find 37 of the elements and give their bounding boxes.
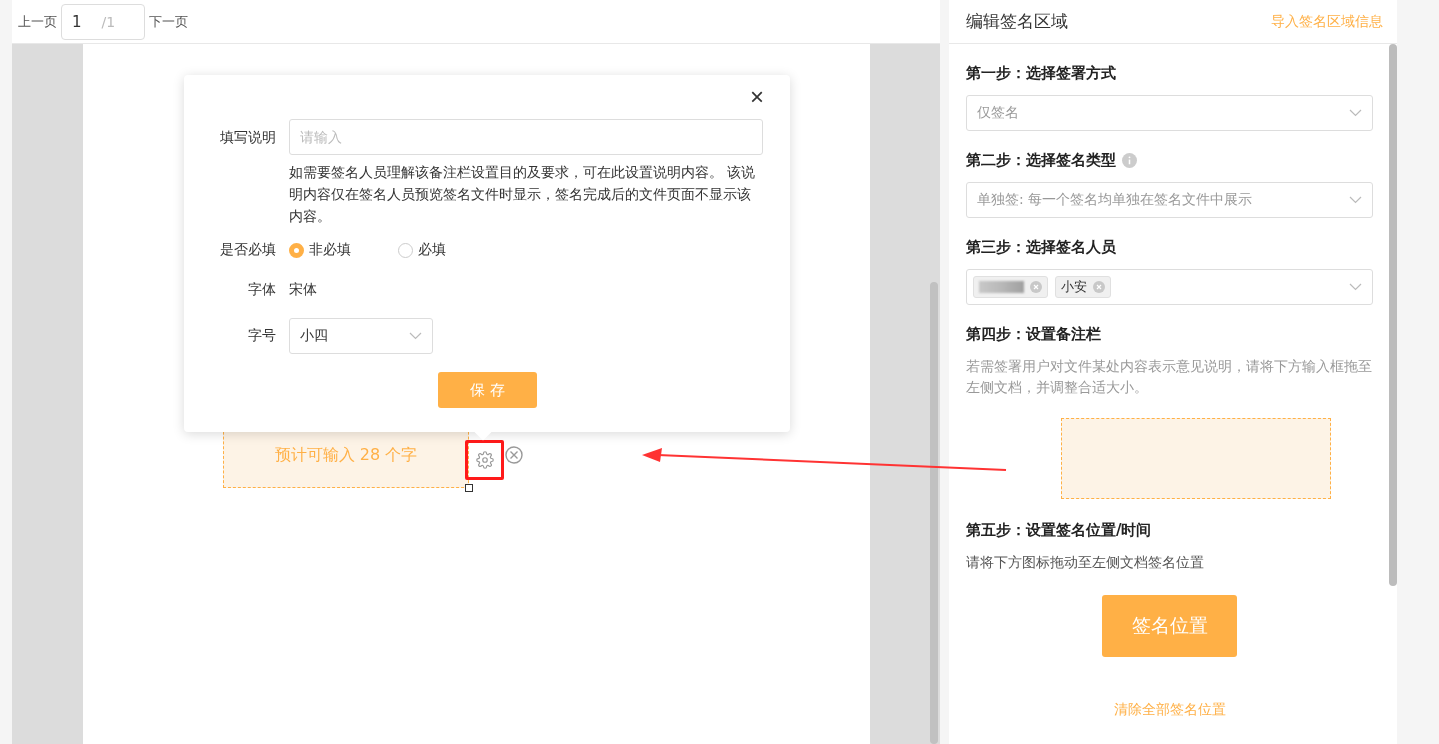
step-title: 第三步：选择签名人员 bbox=[966, 238, 1116, 257]
remark-drop-box[interactable] bbox=[1060, 418, 1331, 499]
field-label: 填写说明 bbox=[219, 128, 276, 147]
step-title: 第五步：设置签名位置/时间 bbox=[966, 521, 1152, 540]
close-button[interactable]: × bbox=[750, 83, 764, 111]
step-description: 若需签署用户对文件某处内容表示意见说明，请将下方输入框拖至左侧文档，并调整合适大小。 bbox=[966, 357, 1373, 397]
step-title: 第二步：选择签名类型 bbox=[966, 151, 1116, 170]
scrollbar-thumb[interactable] bbox=[930, 282, 938, 744]
field-label: 字体 bbox=[247, 281, 276, 299]
field-label: 是否必填 bbox=[219, 241, 276, 259]
panel-title: 编辑签名区域 bbox=[966, 10, 1068, 33]
prev-page-link[interactable]: 上一页 bbox=[18, 12, 57, 31]
next-page-link[interactable]: 下一页 bbox=[149, 12, 188, 31]
remove-icon[interactable] bbox=[1030, 281, 1042, 293]
info-icon[interactable] bbox=[1122, 153, 1137, 168]
help-text: 如需要签名人员理解该备注栏设置目的及要求，可在此设置说明内容。 该说明内容仅在签名人员预览签名文件时显示，签名完成后的文件页面不显示该内容。 bbox=[289, 163, 757, 226]
close-icon[interactable] bbox=[505, 446, 523, 464]
field-value: 宋体 bbox=[289, 281, 317, 299]
radio-option[interactable]: 必填 bbox=[398, 241, 446, 259]
resize-handle[interactable] bbox=[465, 484, 473, 492]
remove-icon[interactable] bbox=[1093, 281, 1105, 293]
step-title: 第一步：选择签署方式 bbox=[966, 64, 1116, 83]
chevron-down-icon bbox=[1349, 283, 1362, 291]
scrollbar-thumb[interactable] bbox=[1389, 44, 1397, 586]
step-description: 请将下方图标拖动至左侧文档签名位置 bbox=[966, 553, 1205, 572]
chevron-down-icon bbox=[1349, 196, 1362, 204]
size-select[interactable]: 小四 bbox=[289, 318, 433, 354]
chevron-down-icon bbox=[409, 332, 422, 340]
settings-icon[interactable] bbox=[475, 451, 494, 469]
signer-tag: 小安 bbox=[1055, 276, 1111, 298]
page-input[interactable]: 1 /1 bbox=[61, 3, 145, 40]
radio-option[interactable]: 非必填 bbox=[289, 241, 351, 259]
step-title: 第四步：设置备注栏 bbox=[966, 325, 1101, 344]
chevron-down-icon bbox=[1349, 109, 1362, 117]
description-input[interactable]: 请输入 bbox=[289, 119, 763, 155]
field-label: 字号 bbox=[247, 327, 276, 345]
signer-select[interactable]: 小安 bbox=[966, 269, 1373, 305]
